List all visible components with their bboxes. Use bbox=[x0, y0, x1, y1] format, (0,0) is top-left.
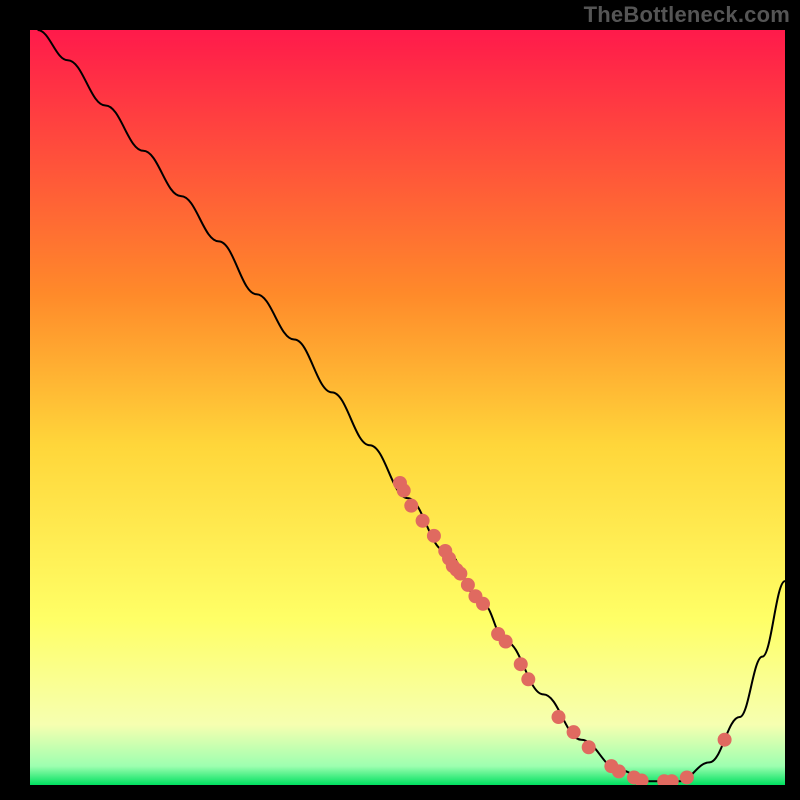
data-marker bbox=[476, 597, 490, 611]
data-marker bbox=[567, 725, 581, 739]
plot-background bbox=[30, 30, 785, 785]
data-marker bbox=[635, 773, 649, 787]
data-marker bbox=[397, 484, 411, 498]
data-marker bbox=[514, 657, 528, 671]
data-marker bbox=[499, 635, 513, 649]
data-marker bbox=[521, 672, 535, 686]
data-marker bbox=[665, 774, 679, 788]
data-marker bbox=[404, 499, 418, 513]
data-marker bbox=[718, 733, 732, 747]
data-marker bbox=[427, 529, 441, 543]
data-marker bbox=[416, 514, 430, 528]
data-marker bbox=[552, 710, 566, 724]
data-marker bbox=[582, 740, 596, 754]
data-marker bbox=[680, 770, 694, 784]
data-marker bbox=[612, 764, 626, 778]
chart-container: TheBottleneck.com bbox=[0, 0, 800, 800]
bottleneck-chart bbox=[0, 0, 800, 800]
